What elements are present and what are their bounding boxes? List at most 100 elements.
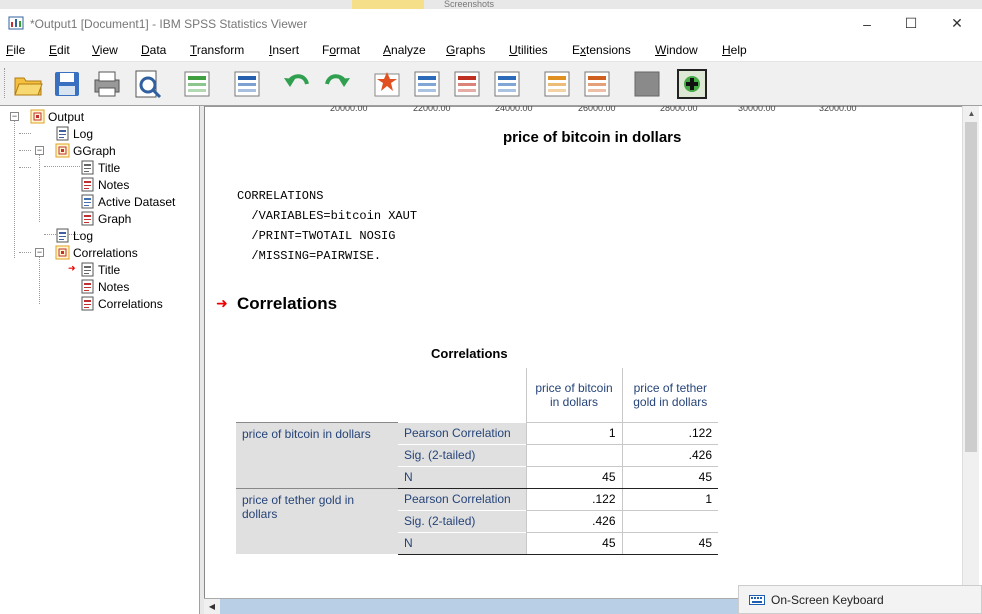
- table-cell[interactable]: 1: [621, 487, 718, 510]
- outline-item[interactable]: Graph: [80, 210, 131, 227]
- outline-item[interactable]: Correlations: [55, 244, 138, 261]
- outline-item-label: Active Dataset: [98, 194, 176, 209]
- menu-file[interactable]: File: [6, 43, 25, 57]
- axis-tick-label: 30000.00: [738, 106, 776, 113]
- menu-window[interactable]: Window: [655, 43, 698, 57]
- window-title: *Output1 [Document1] - IBM SPSS Statisti…: [30, 17, 308, 31]
- column-header[interactable]: price of tether gold in dollars: [621, 368, 718, 422]
- row-group-label[interactable]: price of bitcoin in dollars: [236, 421, 398, 488]
- scroll-thumb[interactable]: [965, 122, 977, 452]
- toolbar-grip[interactable]: [4, 68, 7, 98]
- menu-insert[interactable]: Insert: [269, 43, 299, 57]
- horizontal-scrollbar[interactable]: ◀: [204, 598, 742, 614]
- save-icon[interactable]: [51, 68, 83, 100]
- statistic-label[interactable]: N: [398, 465, 526, 489]
- disabled-icon[interactable]: [631, 68, 663, 100]
- collapse-toggle-icon[interactable]: −: [10, 112, 19, 121]
- goto-variable-icon[interactable]: [451, 68, 483, 100]
- table-cell[interactable]: 45: [525, 465, 622, 489]
- outline-item[interactable]: Log: [55, 125, 93, 142]
- taskbar-tab-screenshots[interactable]: Screenshots: [444, 0, 494, 9]
- toolbar: [0, 62, 982, 106]
- menu-view[interactable]: View: [92, 43, 118, 57]
- statistic-label[interactable]: Sig. (2-tailed): [398, 509, 526, 532]
- table-header-row: price of bitcoin in dollars price of teth…: [236, 368, 718, 422]
- outline-item[interactable]: Title: [80, 261, 120, 278]
- menu-data[interactable]: Data: [141, 43, 166, 57]
- table-cell[interactable]: .122: [621, 421, 718, 444]
- menu-edit[interactable]: Edit: [49, 43, 70, 57]
- syntax-line: /PRINT=TWOTAIL NOSIG: [237, 229, 396, 243]
- tree-connector: [19, 150, 31, 151]
- table-cell[interactable]: .122: [525, 487, 622, 510]
- output-content-pane[interactable]: 20000.00 22000.00 24000.00 26000.00 28000.00…: [204, 106, 982, 614]
- maximize-button[interactable]: ☐: [888, 9, 934, 38]
- on-screen-keyboard-tab[interactable]: On-Screen Keyboard: [738, 585, 982, 614]
- outline-item[interactable]: Active Dataset: [80, 193, 175, 210]
- menu-help[interactable]: Help: [722, 43, 747, 57]
- table-cell[interactable]: .426: [525, 509, 622, 532]
- scroll-up-icon[interactable]: ▲: [963, 106, 980, 122]
- outline-item-label: Output: [48, 109, 85, 124]
- table-cell[interactable]: 45: [525, 531, 622, 555]
- variables-icon[interactable]: [491, 68, 523, 100]
- outline-item[interactable]: Title: [80, 159, 120, 176]
- minimize-button[interactable]: –: [844, 9, 890, 38]
- table-cell[interactable]: [525, 443, 622, 466]
- statistic-label[interactable]: Pearson Correlation: [398, 487, 526, 510]
- outline-item-label: Graph: [98, 211, 132, 226]
- undo-icon[interactable]: [281, 68, 313, 100]
- correlations-table[interactable]: price of bitcoin in dollars price of teth…: [236, 368, 718, 555]
- table-cell[interactable]: [621, 509, 718, 532]
- recall-dialog-icon[interactable]: [231, 68, 263, 100]
- designate-window-icon[interactable]: [541, 68, 573, 100]
- row-group-label[interactable]: price of tether gold in dollars: [236, 487, 398, 554]
- print-preview-icon[interactable]: [131, 68, 163, 100]
- table-cell[interactable]: .426: [621, 443, 718, 466]
- statistic-label[interactable]: N: [398, 531, 526, 555]
- statistic-label[interactable]: Sig. (2-tailed): [398, 443, 526, 466]
- menu-graphs[interactable]: Graphs: [446, 43, 485, 57]
- outline-item[interactable]: Output: [30, 108, 84, 125]
- outline-item[interactable]: Correlations: [80, 295, 163, 312]
- goto-data-icon[interactable]: [371, 68, 403, 100]
- statistic-label[interactable]: Pearson Correlation: [398, 421, 526, 444]
- menu-format[interactable]: Format: [322, 43, 360, 57]
- vertical-scrollbar[interactable]: ▲: [962, 106, 979, 600]
- open-icon[interactable]: [12, 68, 44, 100]
- column-header[interactable]: price of bitcoin in dollars: [525, 368, 622, 422]
- table-title[interactable]: Correlations: [431, 346, 508, 361]
- table-cell[interactable]: 1: [525, 421, 622, 444]
- close-button[interactable]: ✕: [934, 9, 980, 38]
- axis-tick-label: 24000.00: [495, 106, 533, 113]
- outline-item[interactable]: Log: [55, 227, 93, 244]
- log-icon: [56, 228, 69, 243]
- goto-case-icon[interactable]: [411, 68, 443, 100]
- outline-item[interactable]: Notes: [80, 176, 129, 193]
- print-icon[interactable]: [91, 68, 123, 100]
- menu-extensions[interactable]: Extensions: [572, 43, 631, 57]
- collapse-toggle-icon[interactable]: −: [35, 146, 44, 155]
- export-icon[interactable]: [181, 68, 213, 100]
- menu-utilities[interactable]: Utilities: [509, 43, 548, 57]
- collapse-toggle-icon[interactable]: −: [35, 248, 44, 257]
- menu-analyze[interactable]: Analyze: [383, 43, 426, 57]
- header-corner: [236, 368, 398, 422]
- outline-pane[interactable]: − Output Log − GGraph Title Notes Active Datase…: [0, 106, 200, 614]
- table-cell[interactable]: 45: [621, 531, 718, 555]
- outline-item-label: Notes: [98, 279, 130, 294]
- outline-item[interactable]: GGraph: [55, 142, 116, 159]
- log-icon: [56, 126, 69, 141]
- outline-item-label: Correlations: [73, 245, 138, 260]
- output-book-icon: [30, 109, 45, 124]
- redo-icon[interactable]: [321, 68, 353, 100]
- section-title[interactable]: Correlations: [237, 294, 337, 314]
- title-icon: [81, 262, 94, 277]
- create-title-icon[interactable]: [581, 68, 613, 100]
- scroll-left-icon[interactable]: ◀: [204, 599, 220, 614]
- table-cell[interactable]: 45: [621, 465, 718, 489]
- insert-icon[interactable]: [676, 68, 708, 100]
- menu-transform[interactable]: Transform: [190, 43, 244, 57]
- taskbar-strip: Screenshots: [0, 0, 982, 9]
- outline-item[interactable]: Notes: [80, 278, 129, 295]
